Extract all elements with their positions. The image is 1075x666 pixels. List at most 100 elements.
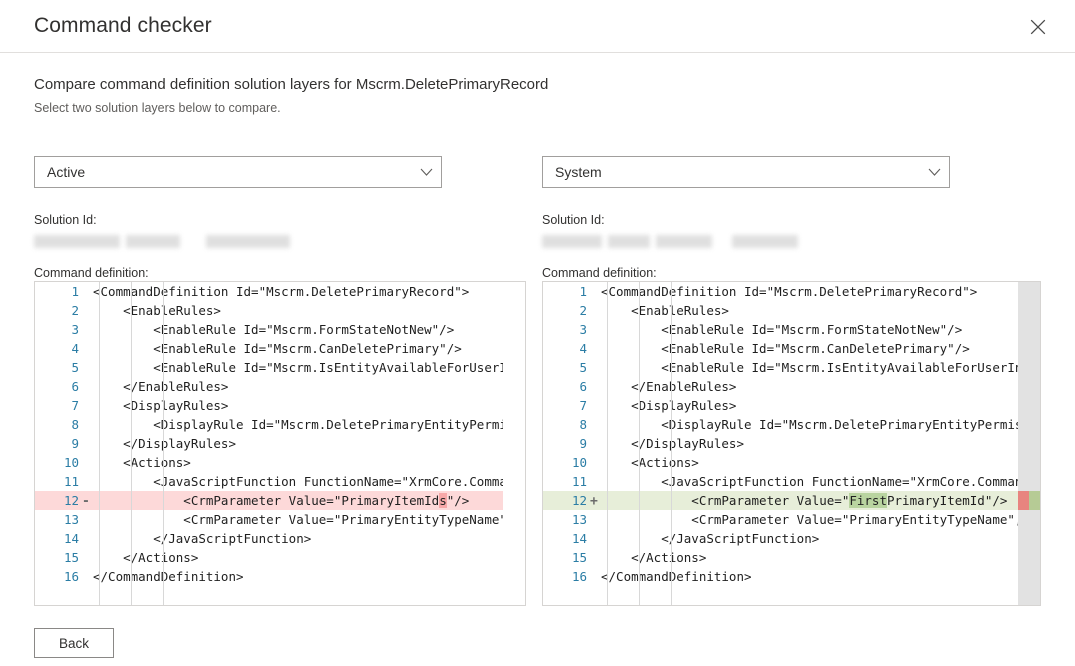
code-text: <JavaScriptFunction FunctionName="XrmCor… (601, 472, 1022, 491)
code-line: 7 <DisplayRules> (543, 396, 1040, 415)
intro-block: Compare command definition solution laye… (34, 74, 548, 117)
code-line: 3 <EnableRule Id="Mscrm.FormStateNotNew"… (35, 320, 525, 339)
code-line: 15 </Actions> (35, 548, 525, 567)
line-number: 13 (543, 510, 587, 529)
code-line: 9 </DisplayRules> (35, 434, 525, 453)
line-number: 9 (35, 434, 79, 453)
code-line: 1<CommandDefinition Id="Mscrm.DeletePrim… (35, 282, 525, 301)
code-text: </JavaScriptFunction> (601, 529, 819, 548)
line-number: 10 (543, 453, 587, 472)
right-code-lines: 1<CommandDefinition Id="Mscrm.DeletePrim… (543, 282, 1040, 605)
left-code-lines: 1<CommandDefinition Id="Mscrm.DeletePrim… (35, 282, 525, 605)
code-text: </Actions> (93, 548, 198, 567)
line-number: 5 (543, 358, 587, 377)
line-number: 15 (543, 548, 587, 567)
code-line: 9 </DisplayRules> (543, 434, 1040, 453)
code-text: </DisplayRules> (601, 434, 744, 453)
left-solution-layer-dropdown[interactable]: Active (34, 156, 442, 188)
line-number: 12 (35, 491, 79, 510)
line-number: 14 (35, 529, 79, 548)
line-number: 9 (543, 434, 587, 453)
code-line: 4 <EnableRule Id="Mscrm.CanDeletePrimary… (543, 339, 1040, 358)
line-number: 2 (543, 301, 587, 320)
code-text: <EnableRule Id="Mscrm.CanDeletePrimary"/… (93, 339, 462, 358)
right-code-panel[interactable]: 1<CommandDefinition Id="Mscrm.DeletePrim… (542, 281, 1041, 606)
close-button[interactable] (1019, 8, 1057, 46)
line-number: 3 (35, 320, 79, 339)
code-text: <DisplayRules> (93, 396, 228, 415)
code-line: 8 <DisplayRule Id="Mscrm.DeletePrimaryEn… (35, 415, 525, 434)
minimap-delete-marker (1018, 491, 1029, 510)
code-text: <CrmParameter Value="FirstPrimaryItemId"… (601, 491, 1007, 510)
code-text: </CommandDefinition> (601, 567, 752, 586)
code-text: <CrmParameter Value="PrimaryEntityTypeNa… (93, 510, 514, 529)
line-number: 13 (35, 510, 79, 529)
code-text: <JavaScriptFunction FunctionName="XrmCor… (93, 472, 514, 491)
code-line: 10 <Actions> (543, 453, 1040, 472)
compare-subheading: Select two solution layers below to comp… (34, 99, 548, 117)
code-line: 13 <CrmParameter Value="PrimaryEntityTyp… (543, 510, 1040, 529)
code-line: 14 </JavaScriptFunction> (543, 529, 1040, 548)
right-solution-id-label: Solution Id: (542, 213, 950, 227)
left-code-panel[interactable]: 1<CommandDefinition Id="Mscrm.DeletePrim… (34, 281, 526, 606)
diff-word-highlight: First (849, 493, 887, 508)
right-solution-layer-value: System (543, 164, 919, 180)
code-text: <DisplayRule Id="Mscrm.DeletePrimaryEnti… (93, 415, 514, 434)
line-number: 6 (35, 377, 79, 396)
diff-word-highlight: s (439, 493, 447, 508)
code-text: <EnableRules> (601, 301, 729, 320)
code-text: <EnableRule Id="Mscrm.CanDeletePrimary"/… (601, 339, 970, 358)
code-text: </EnableRules> (601, 377, 736, 396)
code-line: 5 <EnableRule Id="Mscrm.IsEntityAvailabl… (543, 358, 1040, 377)
diff-sign: - (79, 492, 93, 511)
code-text: </CommandDefinition> (93, 567, 244, 586)
code-line: 3 <EnableRule Id="Mscrm.FormStateNotNew"… (543, 320, 1040, 339)
code-line: 4 <EnableRule Id="Mscrm.CanDeletePrimary… (35, 339, 525, 358)
right-solution-layer-dropdown[interactable]: System (542, 156, 950, 188)
chevron-down-icon (411, 168, 441, 177)
code-text: </EnableRules> (93, 377, 228, 396)
right-command-definition-label: Command definition: (542, 266, 657, 280)
code-line: 11 <JavaScriptFunction FunctionName="Xrm… (543, 472, 1040, 491)
minimap-add-marker (1029, 491, 1040, 510)
code-line: 2 <EnableRules> (35, 301, 525, 320)
line-number: 12 (543, 491, 587, 510)
code-line: 6 </EnableRules> (543, 377, 1040, 396)
line-number: 14 (543, 529, 587, 548)
chevron-down-icon (919, 168, 949, 177)
diff-sign: + (587, 492, 601, 511)
code-line: 16</CommandDefinition> (543, 567, 1040, 586)
line-number: 5 (35, 358, 79, 377)
code-text: <EnableRule Id="Mscrm.FormStateNotNew"/> (601, 320, 962, 339)
line-number: 15 (35, 548, 79, 567)
code-text: <EnableRule Id="Mscrm.FormStateNotNew"/> (93, 320, 454, 339)
left-layer-column: Active Solution Id: (34, 156, 442, 248)
code-text: <DisplayRule Id="Mscrm.DeletePrimaryEnti… (601, 415, 1022, 434)
line-number: 7 (543, 396, 587, 415)
left-overview-ruler[interactable] (503, 282, 525, 605)
code-line: 6 </EnableRules> (35, 377, 525, 396)
line-number: 16 (35, 567, 79, 586)
code-text: <CommandDefinition Id="Mscrm.DeletePrima… (93, 282, 469, 301)
line-number: 4 (543, 339, 587, 358)
code-line: 12+ <CrmParameter Value="FirstPrimaryIte… (543, 491, 1040, 510)
line-number: 8 (543, 415, 587, 434)
line-number: 3 (543, 320, 587, 339)
left-solution-id-label: Solution Id: (34, 213, 442, 227)
code-text: </Actions> (601, 548, 706, 567)
close-icon (1030, 19, 1046, 35)
line-number: 6 (543, 377, 587, 396)
back-button[interactable]: Back (34, 628, 114, 658)
code-text: </DisplayRules> (93, 434, 236, 453)
code-line: 13 <CrmParameter Value="PrimaryEntityTyp… (35, 510, 525, 529)
left-solution-id-value (34, 235, 442, 248)
code-text: <EnableRule Id="Mscrm.IsEntityAvailableF… (93, 358, 514, 377)
code-line: 2 <EnableRules> (543, 301, 1040, 320)
right-overview-ruler[interactable] (1018, 282, 1040, 605)
code-line: 16 </CommandDefinition> (35, 567, 525, 586)
code-line: 7 <DisplayRules> (35, 396, 525, 415)
line-number: 8 (35, 415, 79, 434)
code-text: <CommandDefinition Id="Mscrm.DeletePrima… (601, 282, 977, 301)
code-line: 10 <Actions> (35, 453, 525, 472)
code-text: <EnableRule Id="Mscrm.IsEntityAvailableF… (601, 358, 1022, 377)
